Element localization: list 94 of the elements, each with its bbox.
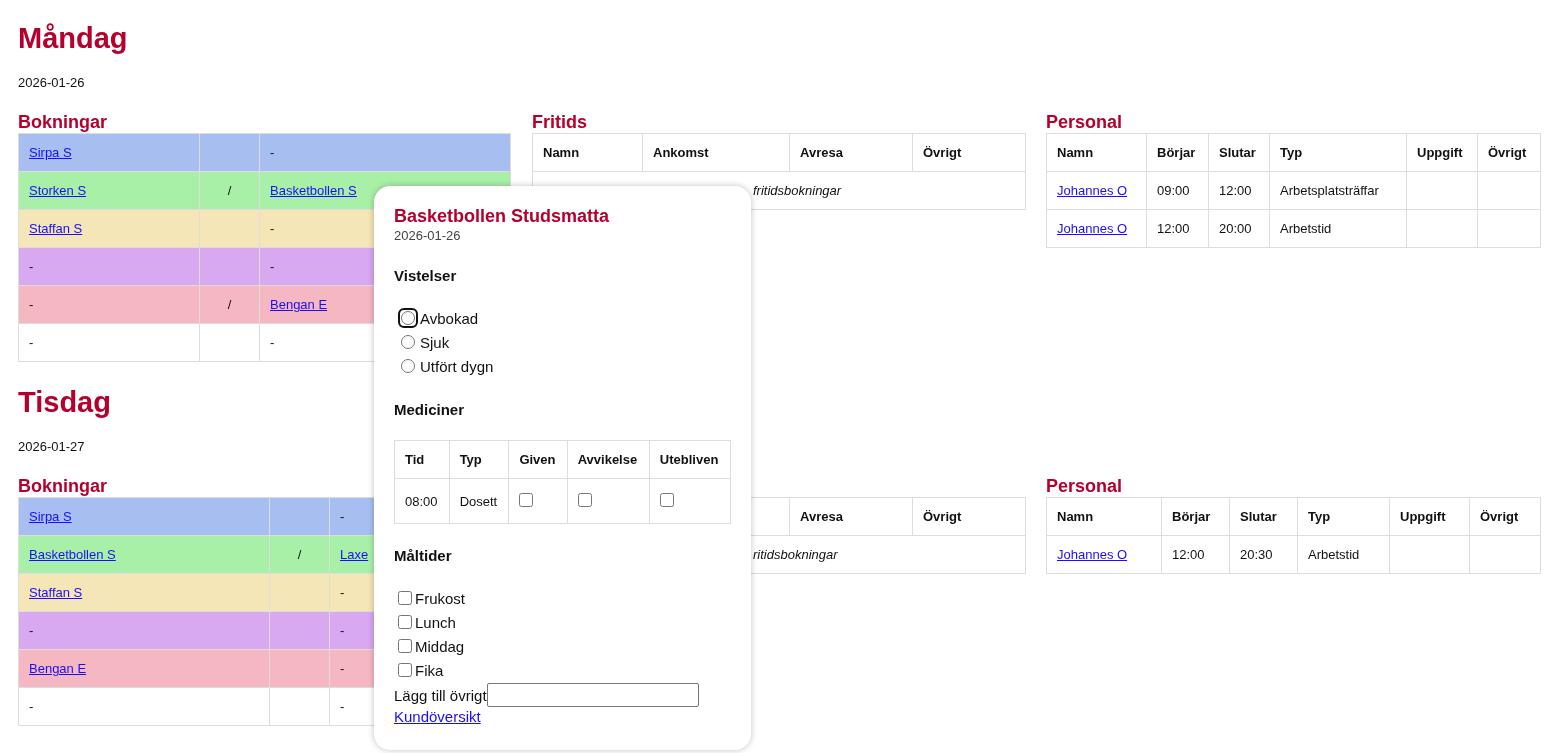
table-cell-text: -: [270, 335, 275, 350]
column-header: Övrigt: [912, 133, 1026, 172]
table-cell-text: -: [340, 509, 345, 524]
column-header: Uppgift: [1406, 133, 1478, 172]
table-cell-text: -: [29, 699, 34, 714]
table-cell: Arbetsplatsträffar: [1269, 171, 1407, 210]
column-header: Avresa: [789, 133, 913, 172]
checkbox[interactable]: [519, 492, 534, 507]
table-cell-text: -: [340, 623, 345, 638]
column-header: Övrigt: [912, 497, 1026, 536]
day-date: 2026-01-27: [18, 439, 85, 455]
name-link[interactable]: Bengan E: [270, 297, 328, 312]
table-cell-text: -: [340, 661, 345, 676]
column-header: Utebliven: [649, 440, 731, 479]
column-header: Namn: [532, 133, 643, 172]
column-header: Typ: [1269, 133, 1407, 172]
radio-button[interactable]: [398, 308, 418, 328]
table-cell-text: -: [29, 259, 34, 274]
table-cell: 09:00: [1146, 171, 1209, 210]
table-cell-text: -: [270, 259, 275, 274]
section-title: Personal: [1046, 111, 1123, 133]
table-cell: Arbetstid: [1297, 535, 1390, 574]
checkbox[interactable]: [659, 492, 674, 507]
table-cell-text: -: [270, 221, 275, 236]
checkbox[interactable]: [398, 639, 412, 653]
table-cell-text: -: [270, 145, 275, 160]
section-title: Fritids: [532, 111, 587, 133]
table-cell: Dosett: [449, 478, 509, 524]
column-header: Övrigt: [1469, 497, 1541, 536]
column-header: Slutar: [1229, 497, 1298, 536]
table-cell: 12:00: [1146, 209, 1209, 248]
column-header: Övrigt: [1477, 133, 1541, 172]
table-cell-text: -: [29, 297, 34, 312]
table-cell: 08:00: [394, 478, 450, 524]
name-link[interactable]: Bengan E: [29, 661, 87, 676]
separator-text: /: [297, 547, 302, 562]
checkbox[interactable]: [577, 492, 592, 507]
column-header: Slutar: [1208, 133, 1270, 172]
radio-button[interactable]: [398, 356, 418, 376]
checkbox[interactable]: [398, 615, 412, 629]
name-link[interactable]: Sirpa S: [29, 509, 72, 524]
column-header: Ankomst: [642, 133, 790, 172]
column-header: Namn: [1046, 133, 1147, 172]
column-header: Börjar: [1146, 133, 1209, 172]
column-header: Namn: [1046, 497, 1162, 536]
radio-label: Avbokad: [420, 309, 479, 327]
radio-button[interactable]: [398, 332, 418, 352]
checkbox[interactable]: [398, 591, 412, 605]
column-header: Tid: [394, 440, 450, 479]
name-link[interactable]: Basketbollen S: [270, 183, 357, 198]
name-link[interactable]: Storken S: [29, 183, 87, 198]
column-header: Avresa: [789, 497, 913, 536]
column-header: Börjar: [1161, 497, 1230, 536]
checkbox-label: Fika: [415, 661, 444, 679]
radio-label: Sjuk: [420, 333, 450, 351]
input-field[interactable]: [486, 683, 699, 707]
name-link[interactable]: Basketbollen S: [29, 547, 116, 562]
checkbox[interactable]: [398, 663, 412, 677]
table-cell: 20:30: [1229, 535, 1298, 574]
field-label: Lägg till övrigt: [394, 686, 487, 704]
table-cell-text: -: [340, 585, 345, 600]
checkbox-label: Frukost: [415, 589, 465, 607]
section-heading: Vistelser: [394, 266, 458, 286]
column-header: Typ: [1297, 497, 1390, 536]
table-cell: 20:00: [1208, 209, 1270, 248]
day-title: Måndag: [18, 21, 128, 56]
name-link[interactable]: Staffan S: [29, 585, 83, 600]
popup-date: 2026-01-26: [394, 228, 462, 244]
column-header: Given: [508, 440, 568, 479]
name-link[interactable]: Staffan S: [29, 221, 83, 236]
section-title: Bokningar: [18, 111, 107, 133]
separator-text: /: [227, 183, 232, 198]
overview-link[interactable]: Kundöversikt: [394, 708, 481, 725]
table-cell-text: -: [340, 699, 345, 714]
separator-text: /: [227, 297, 232, 312]
checkbox-label: Lunch: [415, 613, 456, 631]
table-cell: Arbetstid: [1269, 209, 1407, 248]
day-title: Tisdag: [18, 385, 111, 420]
checkbox-label: Middag: [415, 637, 465, 655]
section-heading: Mediciner: [394, 400, 466, 420]
column-header: Uppgift: [1389, 497, 1470, 536]
section-heading: Måltider: [394, 546, 453, 566]
table-cell-text: -: [29, 623, 34, 638]
column-header: Typ: [449, 440, 509, 479]
table-cell: 12:00: [1208, 171, 1270, 210]
name-link[interactable]: Sirpa S: [29, 145, 72, 160]
table-cell: 12:00: [1161, 535, 1230, 574]
day-date: 2026-01-26: [18, 75, 85, 91]
table-cell-text: -: [29, 335, 34, 350]
section-title: Personal: [1046, 475, 1123, 497]
name-link[interactable]: Laxe: [340, 547, 369, 562]
column-header: Avvikelse: [567, 440, 650, 479]
section-title: Bokningar: [18, 475, 107, 497]
radio-label: Utfört dygn: [420, 357, 494, 375]
